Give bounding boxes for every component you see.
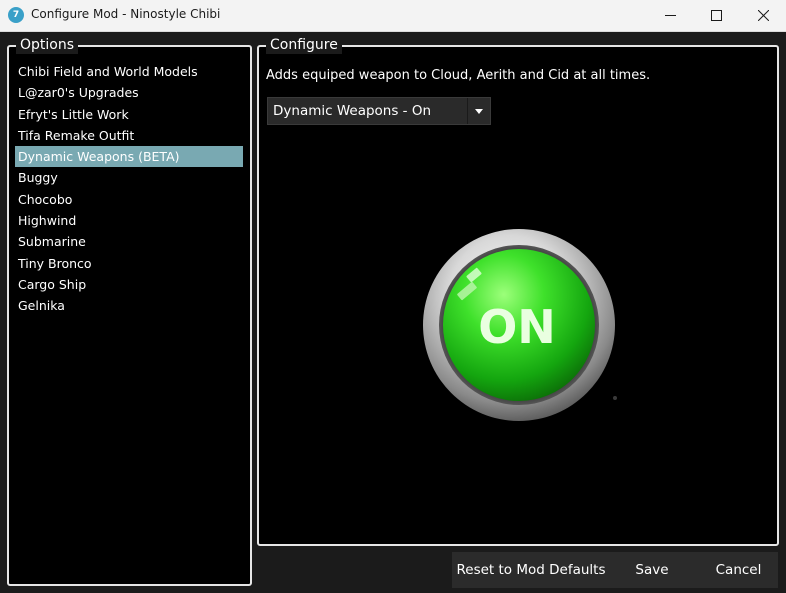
- reset-defaults-button[interactable]: Reset to Mod Defaults: [452, 552, 610, 588]
- chevron-down-icon: [475, 109, 483, 114]
- options-group: Options Chibi Field and World Models L@z…: [7, 36, 252, 586]
- window-title: Configure Mod - Ninostyle Chibi: [31, 7, 221, 21]
- close-button[interactable]: [740, 0, 786, 31]
- option-item[interactable]: Buggy: [15, 167, 243, 188]
- maximize-button[interactable]: [693, 0, 739, 31]
- app-logo-icon: 7: [8, 7, 24, 23]
- action-bar: Reset to Mod Defaults Save Cancel: [452, 552, 778, 588]
- option-item[interactable]: Tiny Bronco: [15, 253, 243, 274]
- dropdown-toggle[interactable]: [467, 98, 490, 124]
- cancel-button[interactable]: Cancel: [699, 552, 778, 588]
- maximize-icon: [711, 10, 722, 21]
- weapon-mode-dropdown[interactable]: Dynamic Weapons - On: [267, 97, 491, 125]
- dropdown-value: Dynamic Weapons - On: [273, 103, 432, 119]
- option-item[interactable]: Chocobo: [15, 189, 243, 210]
- minimize-button[interactable]: [647, 0, 693, 31]
- on-button-preview-image: ON: [423, 229, 615, 421]
- option-item[interactable]: Submarine: [15, 231, 243, 252]
- minimize-icon: [665, 15, 676, 16]
- configure-group: Configure Adds equiped weapon to Cloud, …: [257, 36, 779, 546]
- option-item[interactable]: Gelnika: [15, 295, 243, 316]
- stray-dot: [613, 396, 617, 400]
- option-item[interactable]: L@zar0's Upgrades: [15, 82, 243, 103]
- config-description: Adds equiped weapon to Cloud, Aerith and…: [266, 68, 651, 83]
- configure-legend: Configure: [266, 36, 342, 54]
- option-item[interactable]: Tifa Remake Outfit: [15, 125, 243, 146]
- option-item[interactable]: Cargo Ship: [15, 274, 243, 295]
- option-item[interactable]: Efryt's Little Work: [15, 104, 243, 125]
- option-item[interactable]: Chibi Field and World Models: [15, 61, 243, 82]
- title-bar: 7 Configure Mod - Ninostyle Chibi: [0, 0, 786, 32]
- option-item-selected[interactable]: Dynamic Weapons (BETA): [15, 146, 243, 168]
- option-item[interactable]: Highwind: [15, 210, 243, 231]
- options-list: Chibi Field and World Models L@zar0's Up…: [15, 61, 243, 317]
- on-label: ON: [478, 300, 556, 354]
- save-button[interactable]: Save: [615, 552, 689, 588]
- close-icon: [758, 10, 769, 21]
- options-legend: Options: [16, 36, 79, 54]
